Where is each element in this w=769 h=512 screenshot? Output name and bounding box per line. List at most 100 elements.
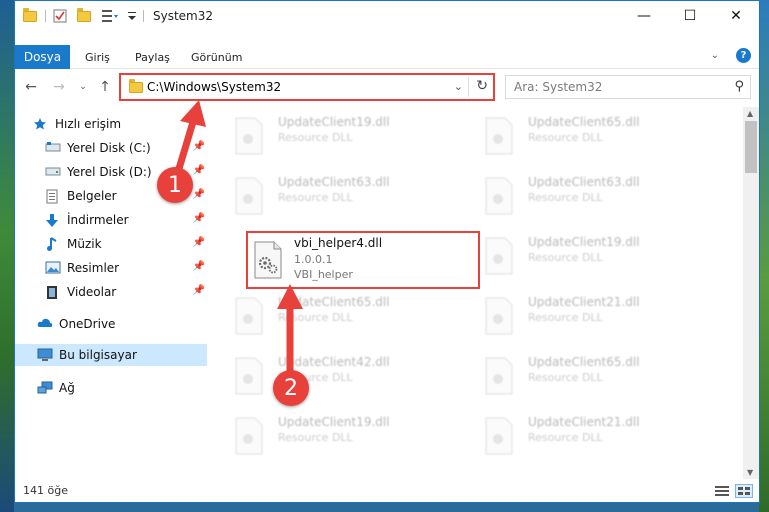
customize-toolbar-icon[interactable] [127,8,137,24]
sidebar-item-this-pc[interactable]: Bu bilgisayar [15,344,207,366]
list-item[interactable]: UpdateClient42.dll Resource DLL [220,351,440,407]
file-description: Resource DLL [528,371,603,384]
pin-icon[interactable]: 📌 [193,189,205,200]
video-icon [45,285,61,299]
sidebar-item-local-disk-c[interactable]: Yerel Disk (C:) 📌 [45,137,207,159]
forward-arrow-icon[interactable]: → [49,77,69,97]
desktop-background-right [759,0,769,512]
properties-icon[interactable] [53,8,67,24]
dll-file-icon [485,237,513,275]
search-icon[interactable]: ⚲ [734,79,744,94]
window-title: System32 [153,9,214,23]
tab-home[interactable]: Giriş [85,45,110,69]
drive-icon [45,141,61,155]
dll-file-icon [485,117,513,155]
view-options-icon[interactable] [101,8,119,24]
star-icon [33,117,49,131]
back-arrow-icon[interactable]: ← [21,77,41,97]
search-input[interactable]: Ara: System32 ⚲ [505,75,751,99]
new-folder-icon[interactable] [77,7,91,24]
list-item[interactable]: UpdateClient21.dll Resource DLL [470,411,690,467]
recent-locations-icon[interactable]: ⌄ [73,77,93,97]
pin-icon[interactable]: 📌 [193,213,205,224]
list-item[interactable]: UpdateClient65.dll Resource DLL [470,111,690,167]
list-item[interactable]: UpdateClient21.dll Resource DLL [470,291,690,347]
close-button[interactable]: ✕ [713,1,759,31]
sidebar-item-downloads[interactable]: İndirmeler 📌 [45,209,207,231]
address-path[interactable]: C:\Windows\System32 [147,80,281,94]
dll-file-icon [235,297,263,335]
vertical-scrollbar[interactable]: ▲ ▼ [743,107,759,479]
file-name: UpdateClient63.dll [528,175,640,189]
list-item[interactable]: UpdateClient19.dll Resource DLL [470,231,690,287]
pin-icon[interactable]: 📌 [193,285,205,296]
sidebar-item-videos[interactable]: Videolar 📌 [45,281,207,303]
pin-icon[interactable]: 📌 [193,261,205,272]
list-item[interactable]: UpdateClient63.dll Resource DLL [220,171,440,227]
tab-view[interactable]: Görünüm [191,45,242,69]
step-1-badge: 1 [157,167,193,203]
tab-share[interactable]: Paylaş [135,45,170,69]
sidebar-item-label: İndirmeler [67,213,129,227]
step-2-badge: 2 [273,370,309,406]
list-item[interactable]: UpdateClient65.dll Resource DLL [470,351,690,407]
file-name: UpdateClient19.dll [528,235,640,249]
dll-file-icon [485,357,513,395]
help-icon[interactable]: ? [736,48,751,63]
item-count: 141 öğe [23,484,68,497]
file-description: Resource DLL [278,431,353,444]
sidebar-item-network[interactable]: Ağ [37,377,229,399]
maximize-button[interactable]: ☐ [667,1,713,31]
pin-icon[interactable]: 📌 [193,237,205,248]
dll-file-icon [485,177,513,215]
drive-icon [45,165,61,179]
sidebar-item-label: Hızlı erişim [55,117,122,131]
dll-file-icon [235,417,263,455]
chevron-down-icon[interactable]: ⌄ [711,50,719,61]
scroll-up-icon[interactable]: ▲ [747,109,753,118]
refresh-icon[interactable]: ↻ [476,78,488,94]
pin-icon[interactable]: 📌 [193,141,205,152]
list-item[interactable]: UpdateClient63.dll Resource DLL [470,171,690,227]
file-name: UpdateClient65.dll [278,295,390,309]
folder-icon [129,79,143,96]
list-item[interactable]: UpdateClient19.dll Resource DLL [220,411,440,467]
sidebar-item-music[interactable]: Müzik 📌 [45,233,207,255]
up-arrow-icon[interactable]: ↑ [95,77,115,97]
file-description: VBI_helper [294,268,353,281]
file-name: UpdateClient65.dll [528,355,640,369]
file-name: UpdateClient42.dll [278,355,390,369]
dll-file-icon [485,417,513,455]
address-bar[interactable]: C:\Windows\System32 ⌄ ↻ [119,73,495,101]
list-item[interactable]: UpdateClient19.dll Resource DLL [220,111,440,167]
documents-icon [45,189,61,204]
navigation-pane: Hızlı erişim Yerel Disk (C:) 📌 Yerel Dis… [15,107,210,477]
file-description: Resource DLL [528,311,603,324]
chevron-down-icon[interactable]: ⌄ [454,80,463,93]
pin-icon[interactable]: 📌 [193,165,205,176]
large-icons-view-icon[interactable] [735,484,753,498]
download-icon [45,213,61,227]
sidebar-item-label: Videolar [67,285,117,299]
sidebar-item-label: Yerel Disk (D:) [67,165,152,179]
file-list: UpdateClient19.dll Resource DLL UpdateCl… [220,107,740,477]
sidebar-item-label: Müzik [67,237,102,251]
sidebar-item-label: Resimler [67,261,120,275]
dll-file-icon [235,117,263,155]
highlighted-file-item[interactable]: vbi_helper4.dll 1.0.0.1 VBI_helper [246,231,480,289]
scroll-down-icon[interactable]: ▼ [747,468,753,477]
music-icon [45,237,61,251]
title-bar: System32 — ☐ ✕ [15,1,759,31]
details-view-icon[interactable] [713,484,731,498]
sidebar-item-label: OneDrive [59,317,116,331]
file-description: Resource DLL [528,251,603,264]
minimize-button[interactable]: — [621,1,667,31]
sidebar-item-onedrive[interactable]: OneDrive [37,313,229,335]
list-item[interactable]: UpdateClient65.dll Resource DLL [220,291,440,347]
cloud-icon [37,317,53,331]
dll-file-icon [254,241,282,279]
sidebar-item-quick-access[interactable]: Hızlı erişim [33,113,225,135]
sidebar-item-pictures[interactable]: Resimler 📌 [45,257,207,279]
scrollbar-thumb[interactable] [745,121,757,173]
tab-file[interactable]: Dosya [15,45,70,69]
